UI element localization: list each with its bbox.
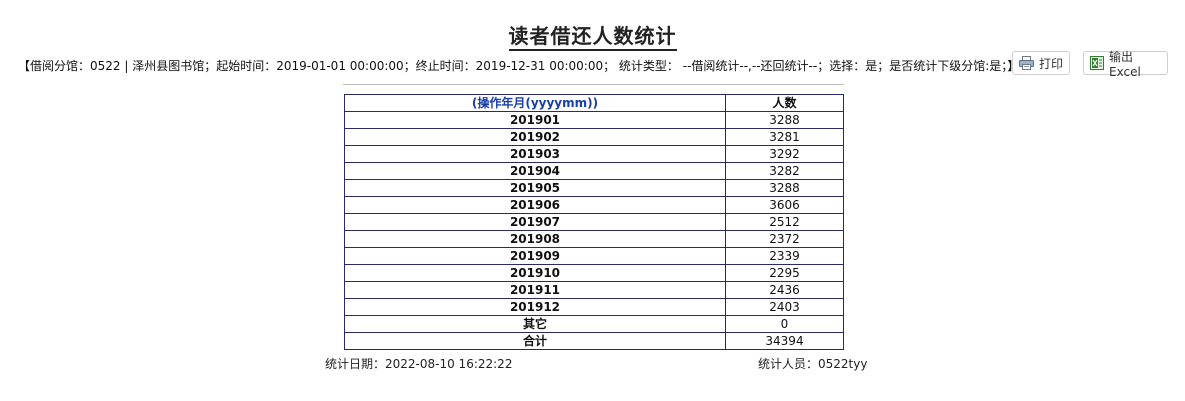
table-row: 201903 3292 xyxy=(344,145,844,163)
table-header-row: (操作年月(yyyymm)) 人数 xyxy=(344,94,844,112)
other-label-cell: 其它 xyxy=(344,315,726,333)
divider xyxy=(343,84,844,85)
month-cell: 201907 xyxy=(344,213,726,231)
column-header-month[interactable]: (操作年月(yyyymm)) xyxy=(344,94,726,112)
report-params: 【借阅分馆：0522 | 泽州县图书馆；起始时间：2019-01-01 00:0… xyxy=(18,59,1020,73)
table-row: 201906 3606 xyxy=(344,196,844,214)
count-cell: 3288 xyxy=(725,111,844,129)
table-row: 201910 2295 xyxy=(344,264,844,282)
printer-icon xyxy=(1019,56,1034,70)
print-label: 打印 xyxy=(1039,56,1064,71)
count-cell: 2295 xyxy=(725,264,844,282)
table-row: 201908 2372 xyxy=(344,230,844,248)
print-button[interactable]: 打印 xyxy=(1012,51,1070,75)
report-title-wrap: 读者借还人数统计 xyxy=(0,20,1185,51)
month-cell: 201901 xyxy=(344,111,726,129)
report-title: 读者借还人数统计 xyxy=(508,24,677,51)
count-cell: 3292 xyxy=(725,145,844,163)
table-row-other: 其它 0 xyxy=(344,315,844,333)
month-cell: 201912 xyxy=(344,298,726,316)
table-row: 201905 3288 xyxy=(344,179,844,197)
count-cell: 2372 xyxy=(725,230,844,248)
month-cell: 201908 xyxy=(344,230,726,248)
export-excel-button[interactable]: 输出Excel xyxy=(1083,50,1168,79)
month-cell: 201902 xyxy=(344,128,726,146)
count-cell: 3282 xyxy=(725,162,844,180)
table-row: 201907 2512 xyxy=(344,213,844,231)
count-cell: 3281 xyxy=(725,128,844,146)
column-header-count: 人数 xyxy=(725,94,844,112)
month-cell: 201909 xyxy=(344,247,726,265)
count-cell: 3606 xyxy=(725,196,844,214)
month-cell: 201911 xyxy=(344,281,726,299)
table-row: 201902 3281 xyxy=(344,128,844,146)
count-cell: 2512 xyxy=(725,213,844,231)
table-row: 201901 3288 xyxy=(344,111,844,129)
count-cell: 2403 xyxy=(725,298,844,316)
stat-date: 统计日期：2022-08-10 16:22:22 xyxy=(325,357,513,371)
table-row-total: 合计 34394 xyxy=(344,332,844,350)
month-cell: 201906 xyxy=(344,196,726,214)
table-row: 201912 2403 xyxy=(344,298,844,316)
month-cell: 201904 xyxy=(344,162,726,180)
other-count-cell: 0 xyxy=(725,315,844,333)
table-row: 201904 3282 xyxy=(344,162,844,180)
table-row: 201911 2436 xyxy=(344,281,844,299)
table-row: 201909 2339 xyxy=(344,247,844,265)
total-count-cell: 34394 xyxy=(725,332,844,350)
export-excel-label: 输出Excel xyxy=(1109,49,1141,79)
stats-table: (操作年月(yyyymm)) 人数 201901 3288 201902 3281 … xyxy=(344,94,844,350)
count-cell: 3288 xyxy=(725,179,844,197)
stat-user: 统计人员：0522tyy xyxy=(758,357,868,371)
month-cell: 201905 xyxy=(344,179,726,197)
count-cell: 2436 xyxy=(725,281,844,299)
month-cell: 201903 xyxy=(344,145,726,163)
month-cell: 201910 xyxy=(344,264,726,282)
count-cell: 2339 xyxy=(725,247,844,265)
total-label-cell: 合计 xyxy=(344,332,726,350)
excel-icon xyxy=(1090,56,1104,70)
